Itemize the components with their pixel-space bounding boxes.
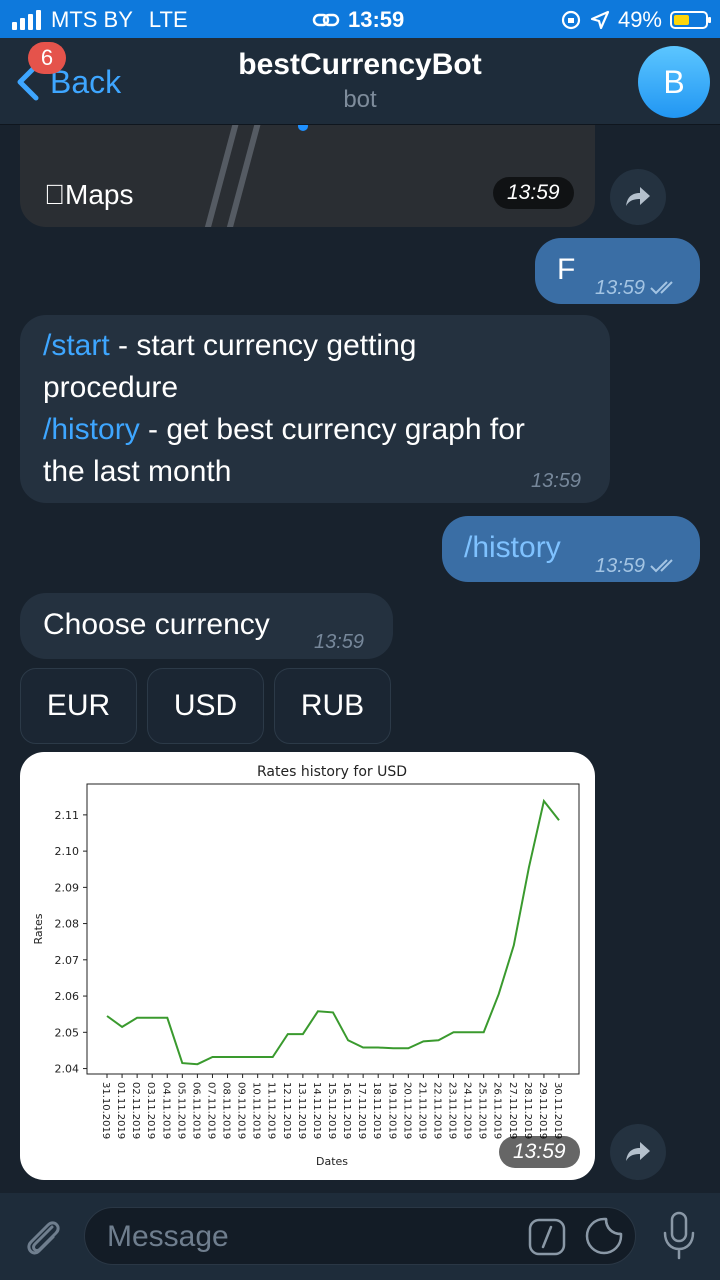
sticker-icon[interactable] <box>584 1216 624 1256</box>
carrier-label: MTS BY <box>51 7 133 32</box>
message-time: 13:59 <box>499 1136 580 1168</box>
x-tick-label: 31.10.2019 <box>100 1082 111 1139</box>
x-tick-label: 04.11.2019 <box>160 1082 171 1139</box>
x-tick-label: 30.11.2019 <box>552 1082 563 1139</box>
incoming-message[interactable]: /start - start currency getting procedur… <box>20 315 610 503</box>
chart-title: Rates history for USD <box>257 764 407 780</box>
signal-icon <box>12 10 41 30</box>
x-tick-label: 10.11.2019 <box>251 1082 262 1139</box>
y-tick-label: 2.06 <box>55 990 80 1003</box>
chat-header: Back 6 bestCurrencyBot bot B <box>0 38 720 125</box>
x-tick-label: 25.11.2019 <box>477 1082 488 1139</box>
chart-ylabel: Rates <box>32 913 45 944</box>
network-label: LTE <box>148 7 188 32</box>
y-tick-label: 2.07 <box>55 954 80 967</box>
message-field[interactable] <box>84 1207 636 1265</box>
x-tick-label: 22.11.2019 <box>431 1082 442 1139</box>
chat-subtitle: bot <box>343 86 377 113</box>
x-tick-label: 21.11.2019 <box>416 1082 427 1139</box>
x-tick-label: 19.11.2019 <box>386 1082 397 1139</box>
message-time: 13:59 <box>595 545 679 587</box>
y-tick-label: 2.05 <box>55 1026 80 1039</box>
status-bar: MTS BY LTE 13:59 49% <box>0 0 720 38</box>
microphone-icon[interactable] <box>660 1211 698 1261</box>
message-time: 13:59 <box>531 470 582 492</box>
currency-button-usd[interactable]: USD <box>147 668 264 744</box>
double-check-icon <box>650 281 673 295</box>
message-text: F <box>557 253 576 286</box>
x-tick-label: 06.11.2019 <box>190 1082 201 1139</box>
battery-percent: 49% <box>617 7 662 32</box>
x-tick-label: 14.11.2019 <box>311 1082 322 1139</box>
rates-chart: Rates history for USD Rates Dates 2.04 2.… <box>32 764 580 1168</box>
x-tick-label: 13.11.2019 <box>296 1082 307 1139</box>
x-tick-label: 29.11.2019 <box>537 1082 548 1139</box>
map-preview[interactable]: Maps 13:59 <box>20 125 595 227</box>
y-tick-label: 2.09 <box>55 881 80 894</box>
share-arrow-icon <box>626 187 650 206</box>
incoming-message[interactable]: Choose currency 13:59 <box>20 593 393 659</box>
clock: 13:59 <box>348 7 405 32</box>
x-tick-label: 09.11.2019 <box>236 1082 247 1139</box>
y-tick-label: 2.10 <box>55 845 80 858</box>
message-list[interactable]: Maps 13:59 F 13:59 /start - start curre… <box>0 125 720 1193</box>
chart-xlabel: Dates <box>316 1155 348 1168</box>
maps-attribution: Maps <box>44 179 133 210</box>
link-icon <box>312 13 340 27</box>
x-tick-label: 17.11.2019 <box>356 1082 367 1139</box>
message-time: 13:59 <box>314 631 365 653</box>
share-arrow-icon <box>626 1142 650 1161</box>
x-tick-label: 12.11.2019 <box>281 1082 292 1139</box>
share-button[interactable] <box>610 169 666 225</box>
x-tick-label: 08.11.2019 <box>221 1082 232 1139</box>
x-tick-label: 18.11.2019 <box>371 1082 382 1139</box>
map-pin-icon <box>298 125 308 131</box>
avatar[interactable]: B <box>638 46 710 118</box>
apple-logo-icon:  <box>44 179 65 210</box>
message-text: /start - start currency getting procedur… <box>43 329 525 488</box>
series-line-usd <box>106 798 560 1066</box>
y-tick-label: 2.11 <box>55 809 80 822</box>
y-tick-label: 2.08 <box>55 918 80 931</box>
bot-commands-icon[interactable] <box>528 1218 566 1256</box>
x-tick-label: 15.11.2019 <box>326 1082 337 1139</box>
rotation-lock-icon <box>561 10 581 30</box>
x-tick-label: 20.11.2019 <box>401 1082 412 1139</box>
x-tick-label: 23.11.2019 <box>447 1082 458 1139</box>
share-button[interactable] <box>610 1124 666 1180</box>
location-arrow-icon <box>590 10 610 30</box>
message-input[interactable] <box>105 1218 509 1256</box>
x-tick-label: 27.11.2019 <box>507 1082 518 1139</box>
x-tick-label: 28.11.2019 <box>522 1082 533 1139</box>
x-tick-label: 01.11.2019 <box>115 1082 126 1139</box>
x-tick-label: 16.11.2019 <box>341 1082 352 1139</box>
outgoing-message[interactable]: F 13:59 <box>535 238 700 304</box>
outgoing-message[interactable]: /history 13:59 <box>442 516 700 582</box>
message-text: Choose currency <box>43 608 270 641</box>
message-time: 13:59 <box>595 267 679 309</box>
double-check-icon <box>650 559 673 573</box>
battery-icon <box>670 11 711 29</box>
x-tick-label: 26.11.2019 <box>492 1082 503 1139</box>
x-tick-label: 11.11.2019 <box>266 1082 277 1139</box>
message-composer <box>0 1193 720 1280</box>
message-time: 13:59 <box>493 177 574 209</box>
start-command-link[interactable]: /start <box>43 329 110 362</box>
chat-title[interactable]: bestCurrencyBot <box>0 48 720 82</box>
chart-image[interactable]: Rates history for USD Rates Dates 2.04 2.… <box>20 752 595 1180</box>
currency-button-rub[interactable]: RUB <box>274 668 391 744</box>
x-tick-label: 05.11.2019 <box>175 1082 186 1139</box>
y-tick-label: 2.04 <box>55 1063 80 1076</box>
x-tick-label: 03.11.2019 <box>145 1082 156 1139</box>
x-tick-label: 02.11.2019 <box>130 1082 141 1139</box>
x-tick-label: 07.11.2019 <box>205 1082 216 1139</box>
attach-icon[interactable] <box>20 1213 64 1259</box>
plot-frame <box>86 783 580 1075</box>
history-command-link[interactable]: /history <box>43 413 140 446</box>
currency-button-eur[interactable]: EUR <box>20 668 137 744</box>
message-text: /history <box>464 531 561 564</box>
x-tick-label: 24.11.2019 <box>462 1082 473 1139</box>
